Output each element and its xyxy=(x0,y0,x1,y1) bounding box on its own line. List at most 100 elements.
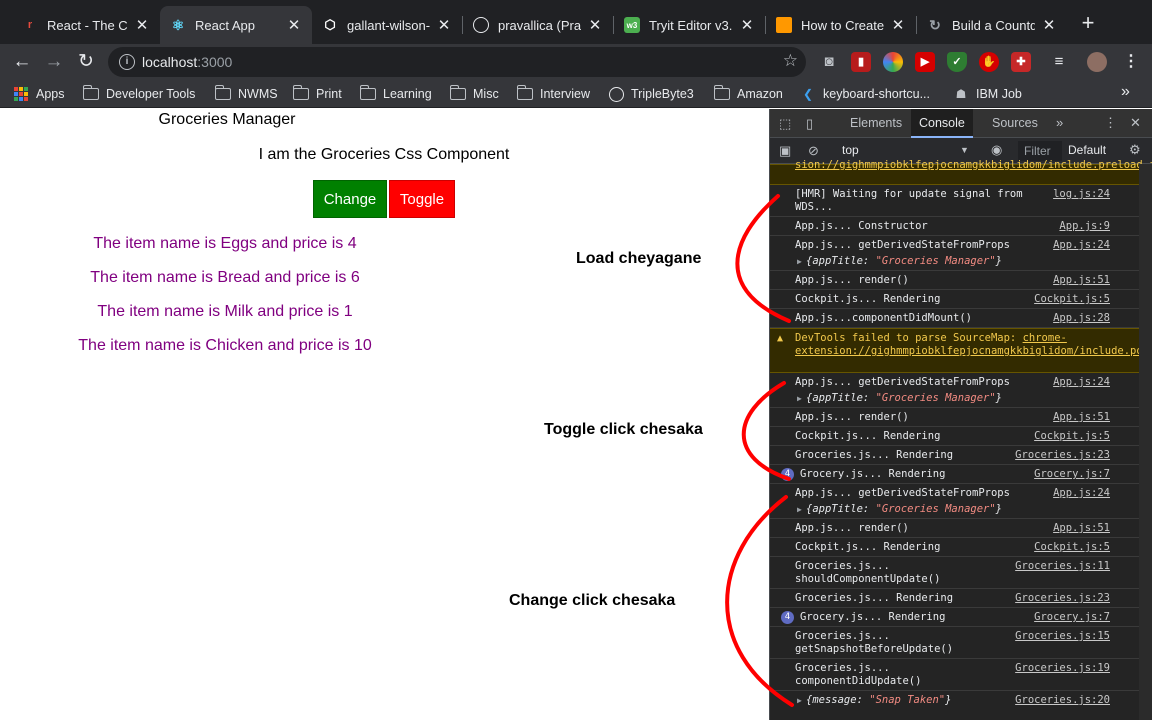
clear-console-icon[interactable]: ⊘ xyxy=(808,143,819,159)
console-source-link[interactable]: Groceries.js:23 xyxy=(1015,592,1110,605)
console-source-link[interactable]: App.js:51 xyxy=(1053,411,1110,424)
expand-triangle-icon[interactable]: ▶ xyxy=(797,257,802,266)
forward-icon[interactable]: → xyxy=(40,48,68,76)
close-devtools-icon[interactable]: ✕ xyxy=(1130,115,1141,131)
bookmark-misc[interactable]: Misc xyxy=(449,85,499,103)
close-icon[interactable]: ✕ xyxy=(134,16,150,34)
close-icon[interactable]: ✕ xyxy=(286,16,302,34)
camera-icon[interactable]: ◙ xyxy=(819,52,839,72)
context-selector[interactable]: top xyxy=(842,143,859,157)
url-text[interactable]: localhost:3000 xyxy=(142,54,232,70)
console-source-link[interactable]: App.js:9 xyxy=(1059,220,1110,233)
extension-red-icon[interactable]: ▮ xyxy=(851,52,871,72)
console-object[interactable]: {appTitle: "Groceries Manager"} xyxy=(806,255,1046,268)
devtools-tab-console[interactable]: Console xyxy=(911,109,973,138)
console-object[interactable]: {message: "Snap Taken"} xyxy=(806,694,1046,707)
inspect-element-icon[interactable]: ⬚ xyxy=(779,116,791,132)
tab-react-app[interactable]: ⚛ React App ✕ xyxy=(160,6,312,44)
chevron-down-icon[interactable]: ▼ xyxy=(960,145,969,155)
bookmark-developer-tools[interactable]: Developer Tools xyxy=(82,85,195,103)
bookmark-learning[interactable]: Learning xyxy=(359,85,432,103)
console-source-link[interactable]: App.js:24 xyxy=(1053,376,1110,389)
devtools-tab-elements[interactable]: Elements xyxy=(842,109,910,138)
close-icon[interactable]: ✕ xyxy=(1041,16,1057,34)
console-source-link[interactable]: App.js:24 xyxy=(1053,487,1110,500)
more-vert-icon[interactable]: ⋮ xyxy=(1121,52,1141,72)
bookmark-ibm-job[interactable]: ☗ IBM Job xyxy=(953,85,1022,103)
media-queue-icon[interactable]: ≡ xyxy=(1049,52,1069,72)
close-icon[interactable]: ✕ xyxy=(739,16,755,34)
bookmark-print[interactable]: Print xyxy=(292,85,342,103)
console-source-link[interactable]: App.js:51 xyxy=(1053,274,1110,287)
new-tab-icon[interactable]: + xyxy=(1078,12,1098,34)
console-source-link[interactable]: Cockpit.js:5 xyxy=(1034,430,1110,443)
console-settings-gear-icon[interactable]: ⚙ xyxy=(1129,142,1141,158)
tab-how-to-create[interactable]: How to Create a ✕ xyxy=(766,6,916,44)
bookmark-label: TripleByte3 xyxy=(631,87,694,101)
console-source-link[interactable]: log.js:24 xyxy=(1053,188,1110,201)
console-scrollbar[interactable] xyxy=(1139,164,1152,720)
expand-triangle-icon[interactable]: ▶ xyxy=(797,505,802,514)
back-icon[interactable]: ← xyxy=(8,48,36,76)
close-icon[interactable]: ✕ xyxy=(587,16,603,34)
shield-icon[interactable]: ✓ xyxy=(947,52,967,72)
tab-build-a-countdown[interactable]: ↻ Build a Countdo ✕ xyxy=(917,6,1067,44)
tab-pravallica-github[interactable]: pravallica (Prav ✕ xyxy=(463,6,613,44)
log-levels-dropdown[interactable]: Default xyxy=(1068,143,1106,157)
console-source-link[interactable]: Groceries.js:20 xyxy=(1015,694,1110,707)
console-source-link[interactable]: App.js:24 xyxy=(1053,239,1110,252)
device-toolbar-icon[interactable]: ▯ xyxy=(806,116,813,132)
bookmarks-overflow-icon[interactable]: » xyxy=(1121,83,1130,101)
bookmark-nwms[interactable]: NWMS xyxy=(214,85,278,103)
youtube-extension-icon[interactable]: ▶ xyxy=(915,52,935,72)
bookmark-interview[interactable]: Interview xyxy=(516,85,590,103)
console-source-link[interactable]: Groceries.js:19 xyxy=(1015,662,1110,675)
expand-triangle-icon[interactable]: ▶ xyxy=(797,696,802,705)
bookmark-triplebyte3[interactable]: TripleByte3 xyxy=(609,85,694,103)
adblock-icon[interactable]: ✋ xyxy=(979,52,999,72)
console-filter-input[interactable]: Filter xyxy=(1018,141,1062,161)
bookmark-amazon[interactable]: Amazon xyxy=(713,85,783,103)
change-button[interactable]: Change xyxy=(313,180,387,218)
reload-icon[interactable]: ↻ xyxy=(72,48,100,76)
tab-gallant-wilson[interactable]: ⬡ gallant-wilson- ✕ xyxy=(312,6,462,44)
bookmark-star-icon[interactable]: ☆ xyxy=(783,51,798,71)
avatar[interactable] xyxy=(1087,52,1107,72)
address-bar[interactable]: i localhost:3000 ☆ xyxy=(108,47,806,77)
color-picker-icon[interactable] xyxy=(883,52,903,72)
sourcemap-link[interactable]: sion://gighmmpiobklfepjocnamgkkbiglidom/… xyxy=(795,159,1152,171)
toggle-button[interactable]: Toggle xyxy=(389,180,455,218)
info-icon[interactable]: i xyxy=(119,54,135,70)
more-tabs-icon[interactable]: » xyxy=(1056,115,1063,130)
console-object[interactable]: {appTitle: "Groceries Manager"} xyxy=(806,503,1046,516)
console-row: App.js... render() App.js:51 xyxy=(770,519,1152,538)
console-source-link[interactable]: Groceries.js:11 xyxy=(1015,560,1110,573)
console-object[interactable]: {appTitle: "Groceries Manager"} xyxy=(806,392,1046,405)
console-row: App.js...componentDidMount() App.js:28 xyxy=(770,309,1152,328)
close-icon[interactable]: ✕ xyxy=(436,16,452,34)
tab-react-the-complete[interactable]: r React - The Co ✕ xyxy=(12,6,160,44)
live-expression-eye-icon[interactable]: ◉ xyxy=(991,142,1002,158)
console-source-link[interactable]: Groceries.js:15 xyxy=(1015,630,1110,643)
console-source-link[interactable]: Grocery.js:7 xyxy=(1034,468,1110,481)
console-source-link[interactable]: App.js:28 xyxy=(1053,312,1110,325)
apps-grid-icon xyxy=(14,87,28,101)
console-source-link[interactable]: Grocery.js:7 xyxy=(1034,611,1110,624)
bookmark-keyboard-shortcuts[interactable]: ❮ keyboard-shortcu... xyxy=(800,85,930,103)
console-source-link[interactable]: Groceries.js:23 xyxy=(1015,449,1110,462)
devtools-tab-sources[interactable]: Sources xyxy=(984,109,1046,138)
bookmark-apps[interactable]: Apps xyxy=(14,85,65,103)
console-source-link[interactable]: Cockpit.js:5 xyxy=(1034,293,1110,306)
close-icon[interactable]: ✕ xyxy=(890,16,906,34)
ibm-icon: ☗ xyxy=(955,87,967,101)
devtools-menu-icon[interactable]: ⋮ xyxy=(1104,115,1117,131)
folder-icon xyxy=(516,85,533,100)
expand-triangle-icon[interactable]: ▶ xyxy=(797,394,802,403)
tab-title: Build a Countdo xyxy=(952,17,1035,33)
sidebar-toggle-icon[interactable]: ▣ xyxy=(779,143,791,159)
console-source-link[interactable]: Cockpit.js:5 xyxy=(1034,541,1110,554)
bookmark-label: Apps xyxy=(36,87,65,101)
tab-tryit-editor[interactable]: w3 Tryit Editor v3.6 ✕ xyxy=(614,6,765,44)
extension-gift-icon[interactable]: ✚ xyxy=(1011,52,1031,72)
console-source-link[interactable]: App.js:51 xyxy=(1053,522,1110,535)
